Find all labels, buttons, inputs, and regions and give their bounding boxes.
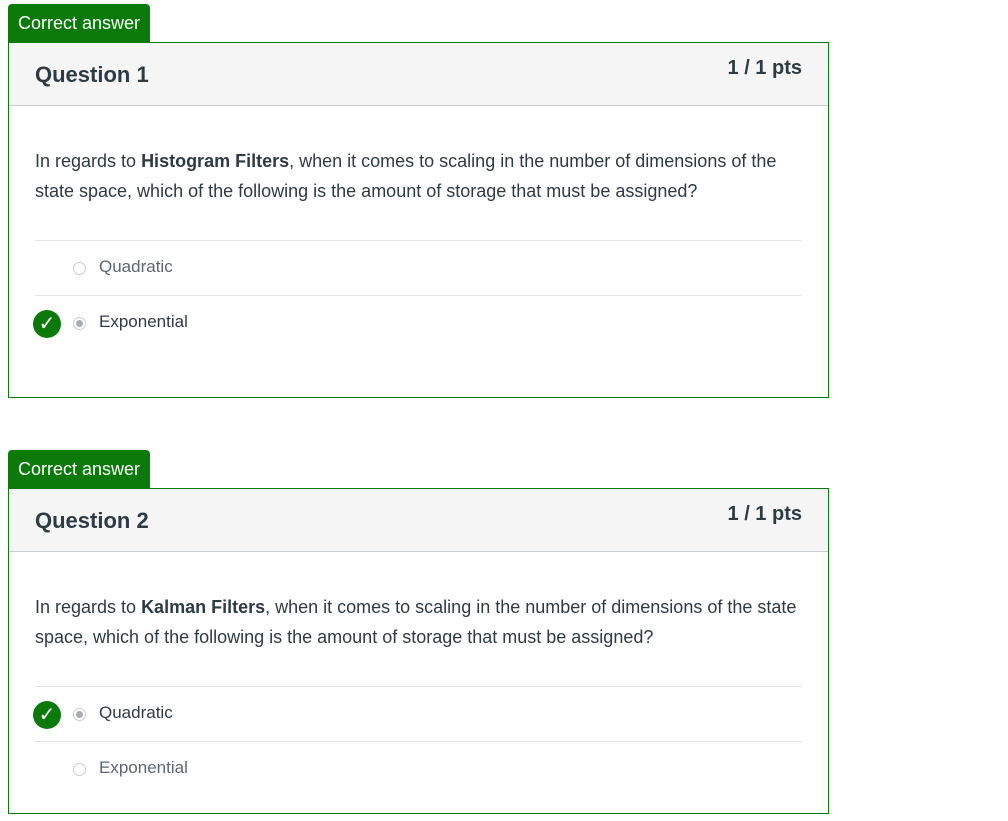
answer-label: Exponential [99, 312, 188, 331]
answer-label: Quadratic [99, 703, 173, 722]
answer-option[interactable]: Exponential [35, 741, 802, 796]
checkmark-icon: ✓ [33, 701, 61, 729]
radio-button-selected[interactable] [73, 708, 86, 721]
question-card: Question 2 1 / 1 pts In regards to Kalma… [8, 488, 829, 814]
question-text-bold: Kalman Filters [141, 597, 266, 617]
checkmark-icon: ✓ [33, 310, 61, 338]
radio-button[interactable] [73, 262, 86, 275]
question-title: Question 1 [35, 62, 149, 87]
question-text: In regards to Histogram Filters, when it… [35, 146, 802, 206]
question-points: 1 / 1 pts [727, 57, 802, 79]
question-text-before: In regards to [35, 597, 142, 617]
correct-answer-tag: Correct answer [8, 4, 151, 42]
question-points: 1 / 1 pts [727, 503, 802, 525]
radio-button-selected[interactable] [73, 317, 86, 330]
question-text: In regards to Kalman Filters, when it co… [35, 592, 802, 652]
question-text-before: In regards to [35, 151, 142, 171]
answer-list: Quadratic ✓ Exponential [33, 240, 802, 350]
question-header: Question 1 1 / 1 pts [9, 43, 828, 106]
answer-option[interactable]: ✓ Quadratic [33, 686, 802, 741]
answer-label: Exponential [99, 758, 188, 777]
radio-button[interactable] [73, 763, 86, 776]
answer-label: Quadratic [99, 257, 173, 276]
answer-option[interactable]: ✓ Exponential [33, 295, 802, 350]
question-2-block: Correct answer Question 2 1 / 1 pts In r… [8, 450, 829, 814]
question-title: Question 2 [35, 508, 149, 533]
question-1-block: Correct answer Question 1 1 / 1 pts In r… [8, 4, 829, 398]
answer-list: ✓ Quadratic Exponential [33, 686, 802, 796]
question-text-bold: Histogram Filters [141, 151, 290, 171]
question-header: Question 2 1 / 1 pts [9, 489, 828, 552]
correct-answer-tag: Correct answer [8, 450, 151, 488]
question-card: Question 1 1 / 1 pts In regards to Histo… [8, 42, 829, 398]
answer-option[interactable]: Quadratic [35, 240, 802, 295]
